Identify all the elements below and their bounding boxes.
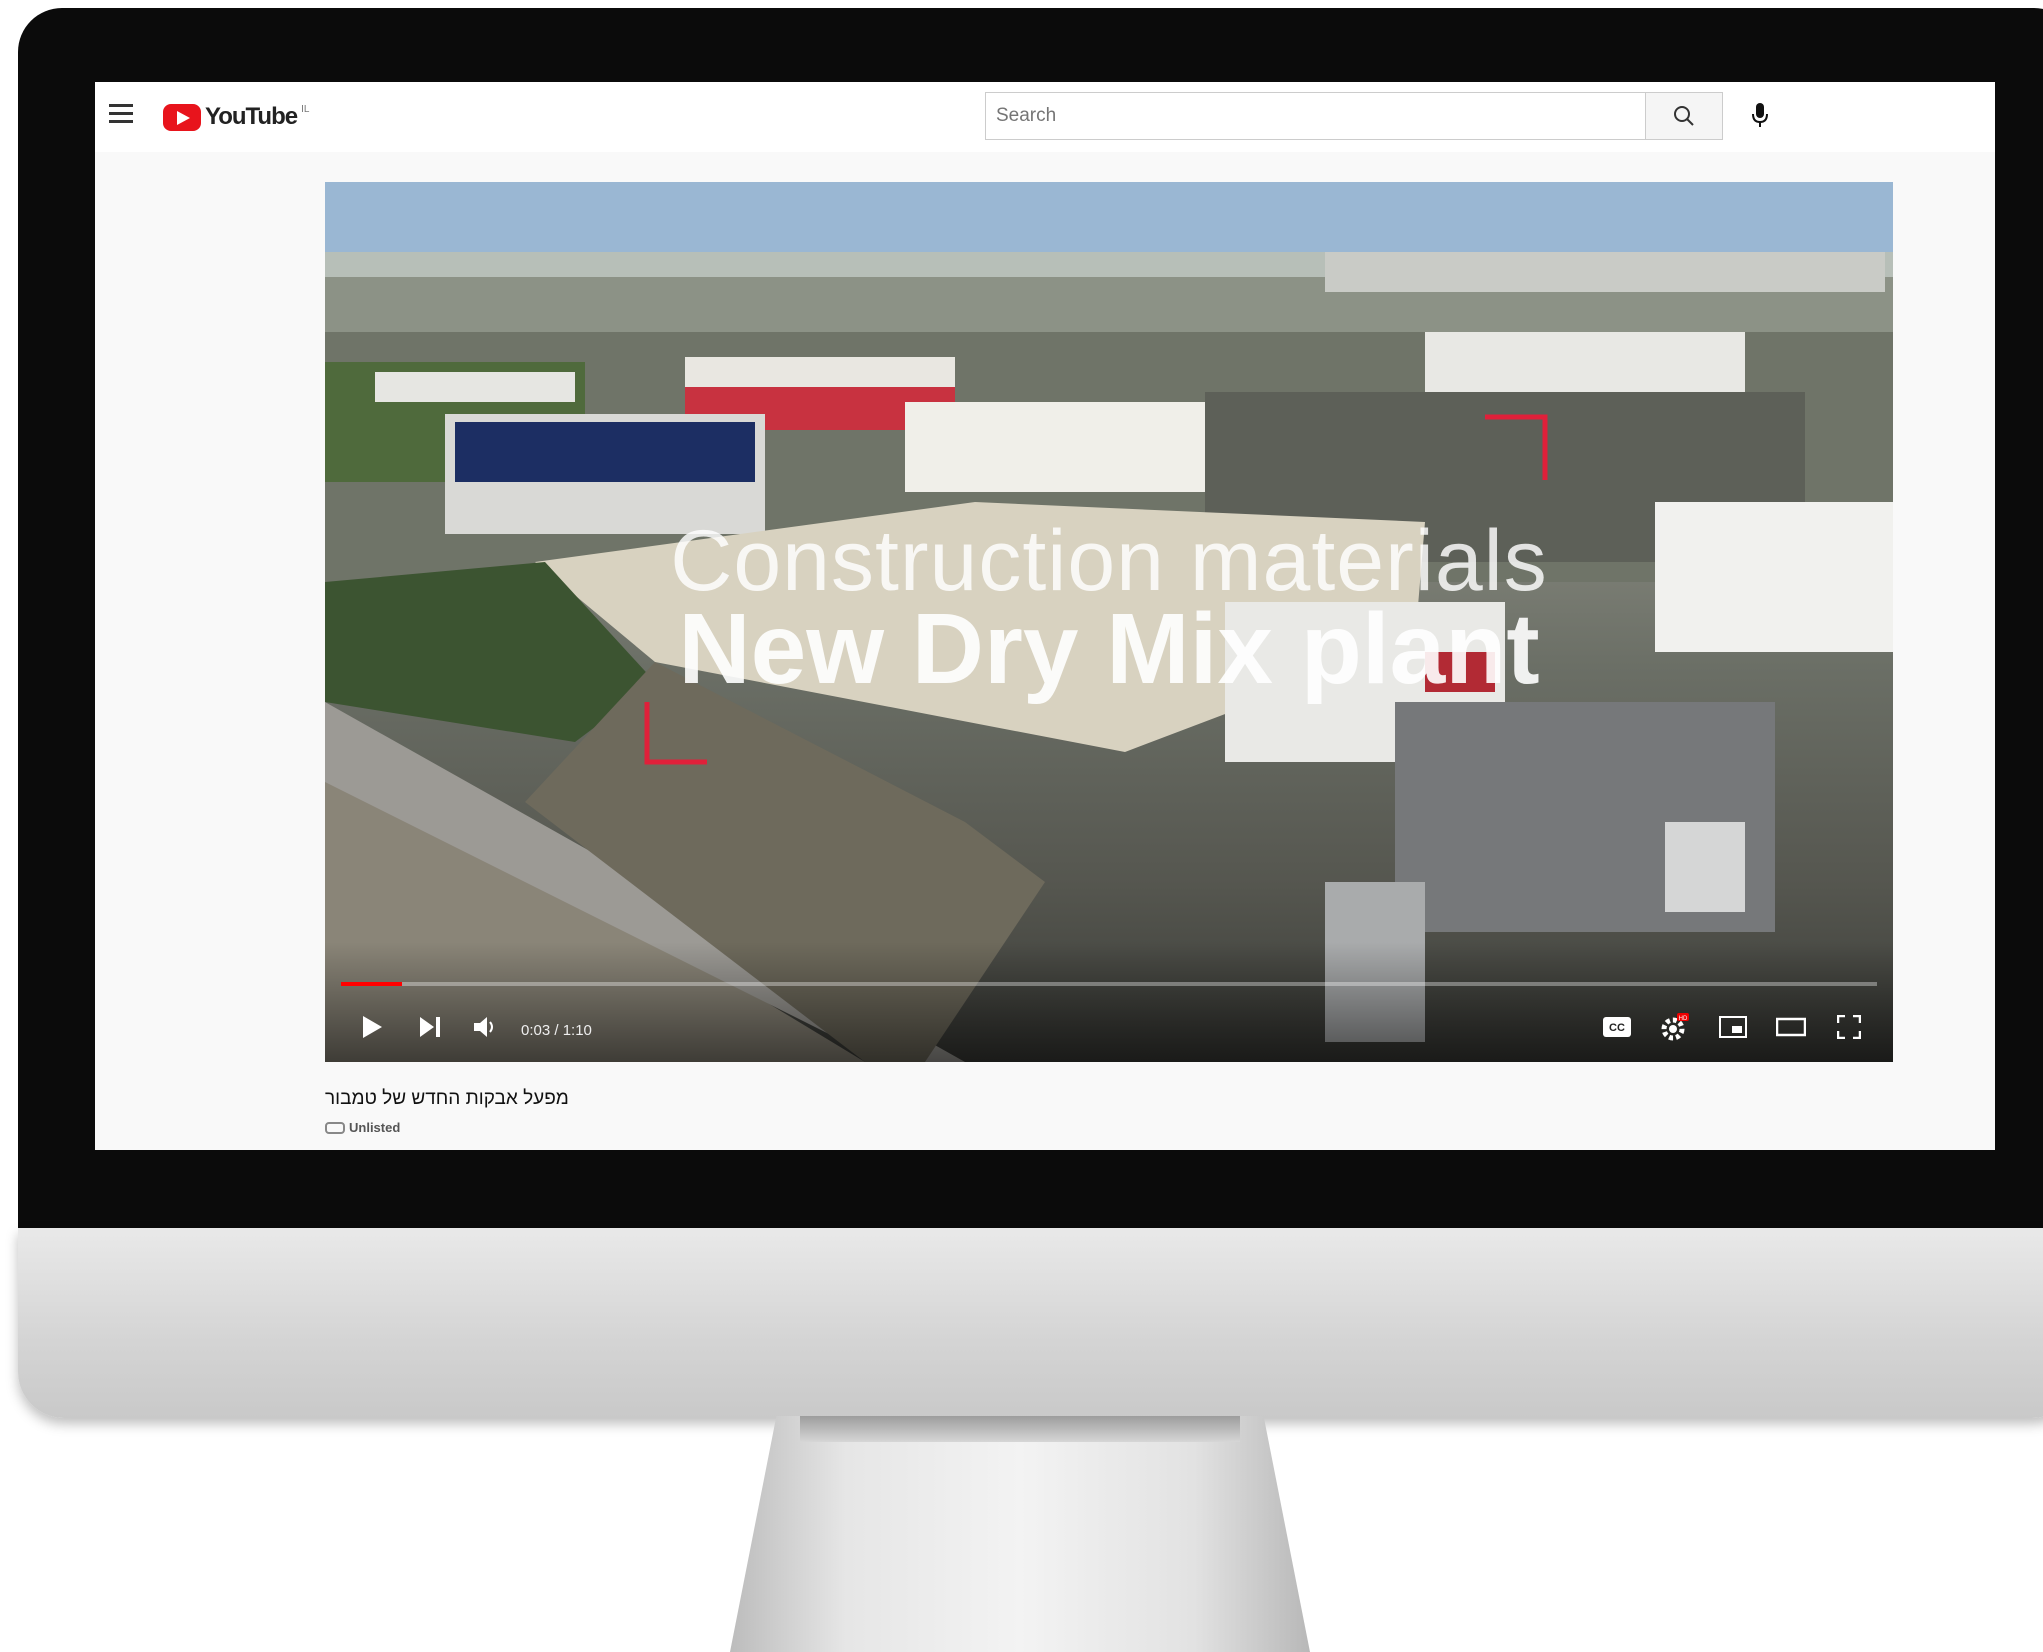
player-controls: 0:03 / 1:10 CC HD <box>325 1002 1893 1052</box>
youtube-play-logo-icon <box>163 103 201 131</box>
play-icon <box>363 1016 382 1038</box>
hd-badge: HD <box>1679 1016 1688 1022</box>
menu-icon[interactable] <box>109 104 133 124</box>
search-icon <box>1674 106 1694 126</box>
gear-icon: HD <box>1661 1013 1689 1041</box>
youtube-header: YouTube IL <box>95 82 1995 152</box>
monitor-stand-neck <box>800 1416 1240 1442</box>
search-box[interactable] <box>985 92 1647 140</box>
video-player[interactable]: Construction materials New Dry Mix plant… <box>325 182 1893 1062</box>
search-input[interactable] <box>986 104 1638 128</box>
country-code: IL <box>301 103 310 115</box>
progress-played <box>341 982 403 986</box>
settings-button[interactable]: HD <box>1655 1010 1695 1044</box>
time-display: 0:03 / 1:10 <box>521 1022 592 1039</box>
youtube-logo[interactable]: YouTube IL <box>163 102 309 132</box>
play-button[interactable] <box>355 1010 389 1044</box>
closed-captions-icon: CC <box>1603 1017 1631 1037</box>
cc-label: CC <box>1609 1022 1625 1034</box>
video-overlay-title: New Dry Mix plant <box>678 593 1540 705</box>
next-button[interactable] <box>413 1010 447 1044</box>
monitor-chin <box>18 1228 2043 1418</box>
theater-mode-button[interactable] <box>1771 1010 1811 1044</box>
volume-button[interactable] <box>469 1010 503 1044</box>
skip-next-icon <box>420 1017 440 1037</box>
fullscreen-icon <box>1837 1015 1861 1039</box>
link-icon <box>325 1121 345 1134</box>
subtitles-button[interactable]: CC <box>1597 1010 1637 1044</box>
fullscreen-button[interactable] <box>1829 1010 1869 1044</box>
youtube-wordmark: YouTube <box>205 103 298 130</box>
microphone-icon <box>1752 103 1768 127</box>
visibility-label: Unlisted <box>349 1120 401 1135</box>
progress-bar[interactable] <box>341 982 1877 986</box>
video-title: מפעל אבקות החדש של טמבור <box>325 1088 569 1109</box>
miniplayer-button[interactable] <box>1713 1010 1753 1044</box>
volume-icon <box>474 1017 493 1037</box>
monitor-stand <box>730 1416 1310 1652</box>
browser-screen: YouTube IL Search Construction materials… <box>95 82 1995 1150</box>
search-button[interactable] <box>1645 92 1723 140</box>
voice-search-button[interactable] <box>1743 98 1777 132</box>
theater-mode-icon <box>1776 1017 1806 1037</box>
visibility-badge: Unlisted <box>325 1120 400 1135</box>
miniplayer-icon <box>1719 1016 1747 1038</box>
